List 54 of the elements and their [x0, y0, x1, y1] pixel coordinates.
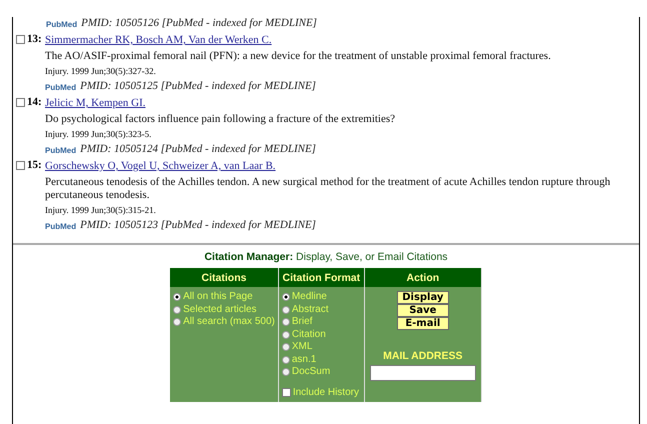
article-title: Do psychological factors influence pain following a fracture of the extremities? — [45, 113, 396, 126]
authors-link[interactable]: Simmermacher RK, Bosch AM, Van der Werken C. — [45, 33, 272, 47]
article-title: Percutaneous tenodesis of the Achilles tendon. A new surgical method for the treatment of acute Achilles tendon rupture through percutaneous tenodesis. — [45, 176, 612, 202]
scope-option[interactable]: Selected articles — [173, 304, 275, 316]
radio-button[interactable] — [173, 293, 182, 302]
format-option[interactable]: Citation — [282, 328, 361, 341]
pmid-text: PMID: 10505124 [PubMed - indexed for MEDLINE] — [80, 143, 316, 155]
journal-source: Injury. 1999 Jun;30(5):323-5. — [45, 129, 152, 140]
item-number: 13: — [27, 33, 42, 45]
format-option[interactable]: Abstract — [282, 304, 361, 316]
item-number: 15: — [27, 159, 42, 171]
radio-button[interactable] — [282, 293, 290, 302]
radio-button[interactable] — [173, 318, 182, 326]
radio-button[interactable] — [282, 318, 290, 326]
item-number: 14: — [27, 96, 42, 108]
radio-button[interactable] — [282, 343, 290, 352]
pubmed-logo: PubMed — [45, 146, 76, 155]
action-button[interactable]: E-mail — [396, 317, 449, 330]
pubmed-logo: PubMed — [45, 83, 76, 92]
pmid-text: PMID: 10505125 [PubMed - indexed for MEDLINE] — [80, 80, 316, 92]
action-button[interactable]: Save — [396, 304, 449, 317]
pmid-text: PMID: 10505123 [PubMed - indexed for MEDLINE] — [80, 219, 316, 231]
radio-button[interactable] — [282, 368, 290, 376]
journal-source: Injury. 1999 Jun;30(5):315-21. — [45, 205, 157, 216]
format-option[interactable]: XML — [282, 341, 361, 354]
format-option[interactable]: DocSum — [282, 366, 361, 378]
include-history-option[interactable]: Include History — [282, 386, 361, 399]
radio-button[interactable] — [282, 330, 290, 339]
column-header: Action — [364, 268, 482, 287]
radio-button[interactable] — [282, 306, 290, 314]
format-option[interactable]: Medline — [282, 291, 361, 304]
citation-manager-heading: Citation Manager: Display, Save, or Email Citations — [203, 251, 449, 263]
radio-button[interactable] — [282, 356, 290, 364]
scope-option[interactable]: All on this Page — [173, 291, 275, 304]
action-button[interactable]: Display — [396, 291, 449, 304]
format-option[interactable]: asn.1 — [282, 354, 361, 366]
item-checkbox[interactable] — [16, 160, 25, 170]
scope-option[interactable]: All search (max 500) — [173, 316, 275, 328]
format-option[interactable]: Brief — [282, 316, 361, 328]
pubmed-logo: PubMed — [46, 20, 78, 29]
column-header: Citations — [170, 268, 278, 287]
item-checkbox[interactable] — [16, 98, 25, 106]
mail-address-field[interactable] — [370, 365, 476, 381]
radio-button[interactable] — [173, 306, 182, 314]
article-title: The AO/ASIF-proximal femoral nail (PFN): a new device for the treatment of unstable proximal femoral fractures. — [45, 50, 552, 63]
authors-link[interactable]: Gorschewsky O, Vogel U, Schweizer A, van Laar B. — [45, 159, 276, 173]
pmid-text: PMID: 10505126 [PubMed - indexed for MEDLINE] — [81, 17, 317, 29]
pubmed-logo: PubMed — [45, 222, 76, 231]
authors-link[interactable]: Jelicic M, Kempen GI. — [45, 96, 146, 110]
item-checkbox[interactable] — [16, 34, 25, 44]
mail-address-label: MAIL ADDRESS — [383, 350, 463, 362]
checkbox[interactable] — [282, 388, 291, 398]
journal-source: Injury. 1999 Jun;30(5):327-32. — [45, 66, 157, 77]
column-header: Citation Format — [278, 268, 364, 287]
